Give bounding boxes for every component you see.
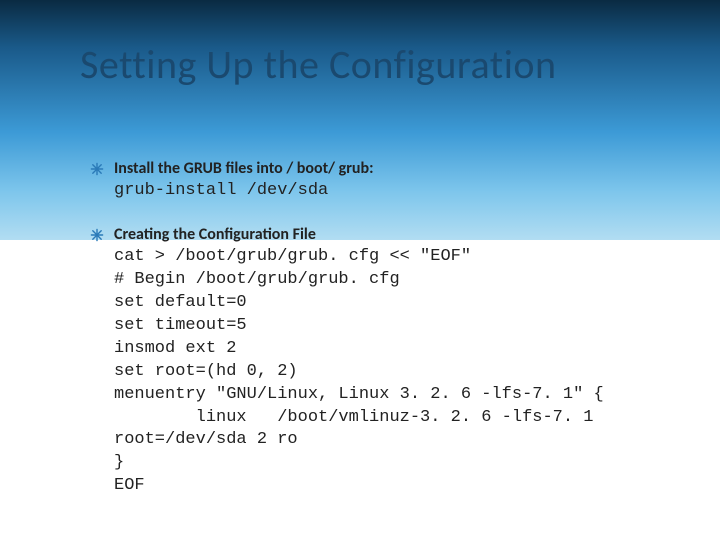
slide: Setting Up the Configuration Install the… bbox=[0, 0, 720, 540]
item-code: cat > /boot/grub/grub. cfg << "EOF" # Be… bbox=[114, 246, 660, 498]
bullet-item: Install the GRUB files into / boot/ grub… bbox=[90, 159, 660, 203]
item-heading: Install the GRUB files into / boot/ grub… bbox=[114, 159, 660, 178]
asterisk-icon bbox=[90, 228, 104, 242]
item-heading: Creating the Configuration File bbox=[114, 225, 660, 244]
bullet-item: Creating the Configuration File cat > /b… bbox=[90, 225, 660, 498]
asterisk-icon bbox=[90, 162, 104, 176]
slide-content: Install the GRUB files into / boot/ grub… bbox=[90, 159, 660, 498]
slide-title: Setting Up the Configuration bbox=[80, 40, 660, 89]
item-code: grub-install /dev/sda bbox=[114, 180, 660, 203]
